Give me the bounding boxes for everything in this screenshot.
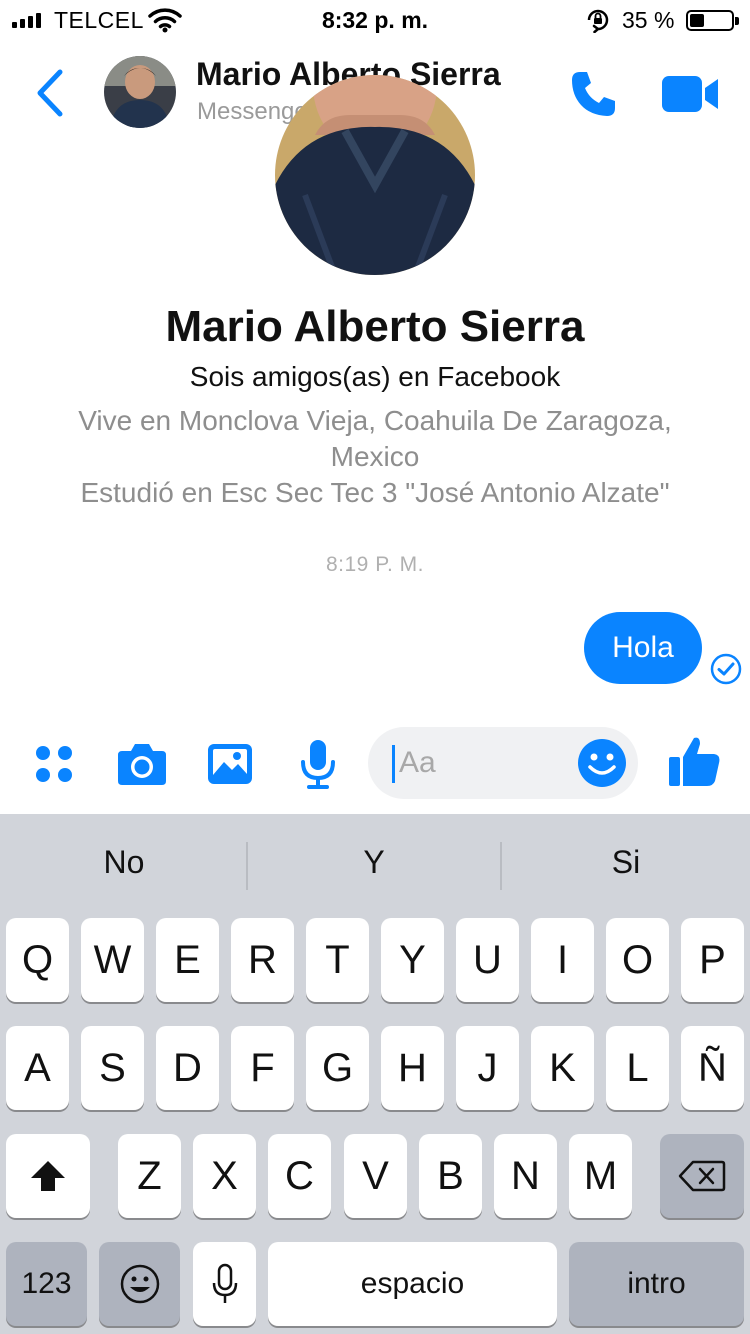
key-r[interactable]: R <box>231 918 294 1002</box>
key-q[interactable]: Q <box>6 918 69 1002</box>
key-u[interactable]: U <box>456 918 519 1002</box>
suggestion-1[interactable]: No <box>0 814 248 910</box>
message-composer: Aa <box>0 720 750 814</box>
key-x[interactable]: X <box>193 1134 256 1218</box>
key-c[interactable]: C <box>268 1134 331 1218</box>
dictation-mic-icon <box>212 1263 237 1303</box>
key-n[interactable]: N <box>494 1134 557 1218</box>
back-button[interactable] <box>30 66 70 120</box>
return-key[interactable]: intro <box>569 1242 744 1326</box>
message-timestamp: 8:19 P. M. <box>325 553 424 576</box>
text-cursor <box>392 745 395 783</box>
key-w[interactable]: W <box>81 918 144 1002</box>
apps-grid-icon[interactable] <box>26 736 82 792</box>
keyboard: No Y Si Q W E R T Y U I O P A S D F G H … <box>0 814 750 1334</box>
photo-gallery-icon[interactable] <box>202 736 258 792</box>
battery-icon <box>686 10 739 31</box>
suggestion-3[interactable]: Si <box>502 814 750 910</box>
dictation-key[interactable] <box>193 1242 256 1326</box>
microphone-icon[interactable] <box>290 736 346 792</box>
profile-name: Mario Alberto Sierra <box>165 302 585 351</box>
key-z[interactable]: Z <box>118 1134 181 1218</box>
phone-icon[interactable] <box>566 66 622 122</box>
space-key[interactable]: espacio <box>268 1242 557 1326</box>
numbers-key[interactable]: 123 <box>6 1242 87 1326</box>
lives-in-text: Vive en Monclova Vieja, Coahuila De Zara… <box>78 405 672 472</box>
emoji-keyboard-icon <box>120 1264 159 1304</box>
emoji-icon[interactable] <box>576 737 628 789</box>
rotation-lock-icon <box>585 7 611 38</box>
suggestion-2[interactable]: Y <box>250 814 498 910</box>
status-bar: TELCEL 8:32 p. m. 35 % <box>0 0 750 40</box>
sent-check-icon <box>709 652 743 686</box>
emoji-key[interactable] <box>99 1242 180 1326</box>
key-p[interactable]: P <box>681 918 744 1002</box>
battery-percent: 35 % <box>622 7 675 33</box>
delete-key[interactable] <box>660 1134 744 1218</box>
key-y[interactable]: Y <box>381 918 444 1002</box>
key-g[interactable]: G <box>306 1026 369 1110</box>
key-n-tilde[interactable]: Ñ <box>681 1026 744 1110</box>
key-h[interactable]: H <box>381 1026 444 1110</box>
shift-arrow-icon <box>31 1161 65 1191</box>
key-i[interactable]: I <box>531 918 594 1002</box>
key-e[interactable]: E <box>156 918 219 1002</box>
key-d[interactable]: D <box>156 1026 219 1110</box>
studied-at-text: Estudió en Esc Sec Tec 3 "José Antonio A… <box>80 477 670 508</box>
key-o[interactable]: O <box>606 918 669 1002</box>
thumbs-up-icon[interactable] <box>666 732 724 790</box>
key-k[interactable]: K <box>531 1026 594 1110</box>
video-call-icon[interactable] <box>660 68 722 120</box>
key-f[interactable]: F <box>231 1026 294 1110</box>
shift-key[interactable] <box>6 1134 90 1218</box>
message-input[interactable]: Aa <box>368 727 638 799</box>
key-b[interactable]: B <box>419 1134 482 1218</box>
camera-icon[interactable] <box>114 736 170 792</box>
suggestion-divider <box>246 842 248 890</box>
key-j[interactable]: J <box>456 1026 519 1110</box>
key-l[interactable]: L <box>606 1026 669 1110</box>
profile-photo <box>275 75 475 275</box>
key-v[interactable]: V <box>344 1134 407 1218</box>
outgoing-message-bubble[interactable]: Hola <box>584 612 702 684</box>
key-m[interactable]: M <box>569 1134 632 1218</box>
backspace-icon <box>678 1160 726 1192</box>
key-t[interactable]: T <box>306 918 369 1002</box>
key-a[interactable]: A <box>6 1026 69 1110</box>
contact-avatar[interactable] <box>104 56 176 128</box>
friendship-status: Sois amigos(as) en Facebook <box>189 361 561 392</box>
suggestion-bar: No Y Si <box>0 814 750 910</box>
message-placeholder: Aa <box>399 746 436 779</box>
profile-details: Vive en Monclova Vieja, Coahuila De Zara… <box>40 403 710 511</box>
key-s[interactable]: S <box>81 1026 144 1110</box>
